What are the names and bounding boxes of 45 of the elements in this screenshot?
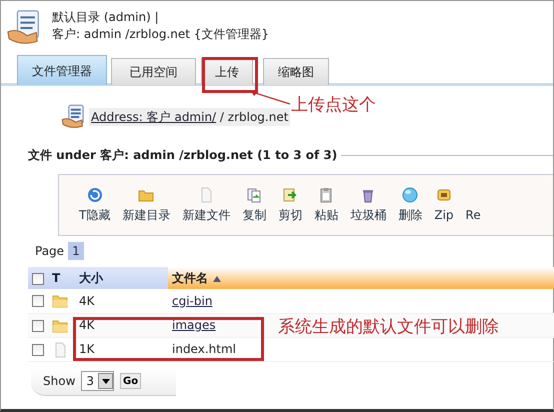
toolbar-button[interactable]: 剪切	[272, 186, 308, 224]
column-header[interactable]: 文件名	[172, 271, 208, 285]
callout-text: 上传点这个	[291, 94, 376, 117]
checkbox[interactable]	[32, 344, 44, 356]
page-label: Page	[35, 243, 64, 260]
column-header[interactable]: 大小	[79, 271, 103, 285]
file-link[interactable]: cgi-bin	[172, 294, 212, 308]
page-title: 默认目录 (admin) |	[52, 9, 160, 26]
toolbar-button[interactable]: 垃圾桶	[344, 186, 392, 224]
move-icon	[282, 186, 298, 202]
page-number[interactable]: 1	[68, 242, 84, 260]
toolbar-button[interactable]: 新建文件	[176, 186, 236, 224]
refresh-icon	[86, 186, 103, 202]
zip-icon	[436, 186, 452, 202]
toolbar-button[interactable]: Re	[460, 186, 487, 224]
page-size-select[interactable]: 3	[81, 371, 114, 391]
clipboard-icon	[318, 186, 334, 202]
circle-icon	[402, 186, 418, 202]
leader-line	[251, 91, 291, 105]
tab[interactable]: 已用空间	[111, 58, 196, 85]
address-path: / zrblog.net	[218, 110, 288, 124]
highlight-frame	[202, 57, 258, 93]
address-link[interactable]: Address: 客户 admin/	[91, 110, 216, 124]
checkbox[interactable]	[32, 272, 44, 285]
toolbar-button[interactable]: 删除	[392, 186, 428, 224]
go-button[interactable]: Go	[120, 373, 142, 389]
show-label: Show	[43, 373, 76, 390]
toolbar-button[interactable]: 粘贴	[308, 186, 344, 224]
page-subtitle: 客户: admin /zrblog.net {文件管理器}	[52, 26, 270, 43]
size-cell: 1K	[75, 337, 168, 361]
copy-icon	[246, 186, 262, 202]
listing-title: 文件 under 客户: admin /zrblog.net (1 to 3 of 3)	[28, 147, 338, 164]
file-link[interactable]: images	[172, 318, 216, 332]
checkbox[interactable]	[32, 320, 44, 332]
toolbar-button[interactable]: Zip	[428, 186, 460, 224]
callout-text: 系统生成的默认文件可以删除	[278, 316, 499, 339]
checkbox[interactable]	[32, 295, 44, 308]
tab[interactable]: 文件管理器	[17, 55, 107, 85]
file-name[interactable]: index.html	[172, 342, 236, 356]
tab[interactable]: 缩略图	[263, 58, 329, 85]
caret-icon	[102, 378, 110, 384]
toolbar-button[interactable]: 新建目录	[116, 186, 176, 224]
toolbar-button[interactable]: T隐藏	[73, 186, 116, 224]
toolbar-button[interactable]: 复制	[236, 186, 272, 224]
size-cell: 4K	[75, 289, 168, 313]
